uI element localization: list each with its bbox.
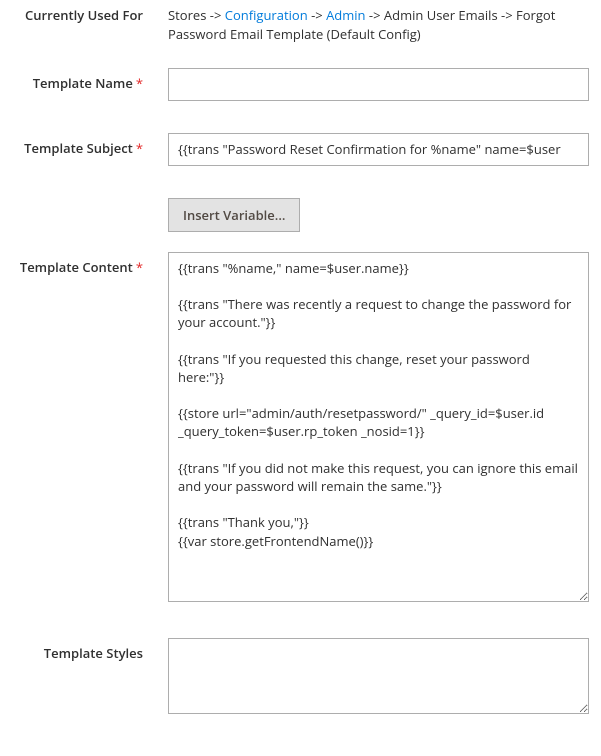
template-name-label: Template Name* [10,68,168,101]
breadcrumb-prefix: Stores -> [168,6,225,24]
template-name-input[interactable] [168,68,589,101]
currently-used-for-label: Currently Used For [10,6,168,44]
template-styles-label: Template Styles [10,638,168,718]
template-subject-label: Template Subject* [10,133,168,166]
required-asterisk: * [136,139,143,157]
template-content-textarea[interactable] [168,252,589,602]
template-styles-textarea[interactable] [168,638,589,714]
insert-variable-button[interactable]: Insert Variable... [168,198,300,232]
required-asterisk: * [136,74,143,92]
currently-used-for-value: Stores -> Configuration -> Admin -> Admi… [168,6,591,44]
breadcrumb-link-admin[interactable]: Admin [326,6,365,24]
template-content-label: Template Content* [10,252,168,606]
template-subject-input[interactable] [168,133,589,166]
required-asterisk: * [136,258,143,276]
breadcrumb-link-configuration[interactable]: Configuration [225,6,308,24]
